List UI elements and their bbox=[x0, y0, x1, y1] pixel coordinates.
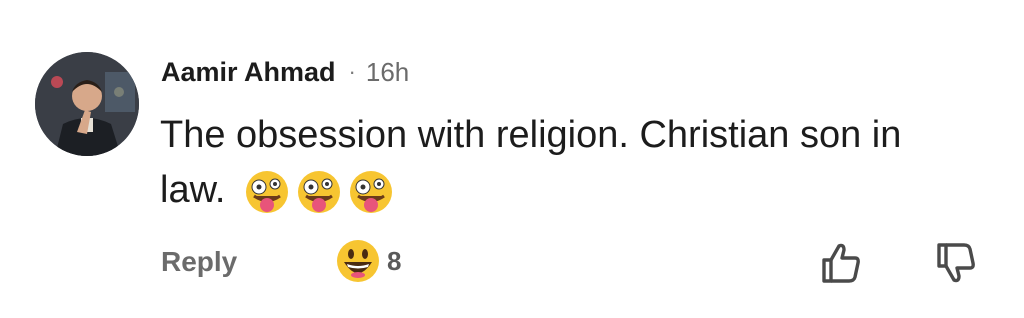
zany-face-icon bbox=[246, 170, 289, 213]
reaction-summary[interactable]: 8 bbox=[335, 238, 401, 284]
like-button[interactable] bbox=[818, 240, 864, 286]
separator-dot: · bbox=[348, 59, 356, 84]
comment-header: Aamir Ahmad · 16h bbox=[161, 54, 409, 90]
author-name[interactable]: Aamir Ahmad bbox=[161, 57, 336, 88]
timestamp: 16h bbox=[365, 56, 410, 87]
comment-body: The obsession with religion. Christian s… bbox=[160, 108, 960, 218]
comment-emojis bbox=[244, 169, 394, 215]
avatar-photo bbox=[35, 52, 139, 156]
reaction-count: 8 bbox=[387, 245, 402, 276]
avatar[interactable] bbox=[35, 52, 139, 156]
thumbs-down-icon bbox=[937, 243, 975, 283]
thumbs-up-icon bbox=[822, 243, 860, 283]
zany-face-icon bbox=[350, 170, 393, 213]
dislike-button[interactable] bbox=[933, 240, 979, 286]
zany-face-icon bbox=[298, 170, 341, 213]
grinning-face-icon bbox=[337, 240, 379, 282]
comment-actions: Reply 8 bbox=[0, 236, 1024, 292]
reply-button[interactable]: Reply bbox=[161, 246, 237, 278]
